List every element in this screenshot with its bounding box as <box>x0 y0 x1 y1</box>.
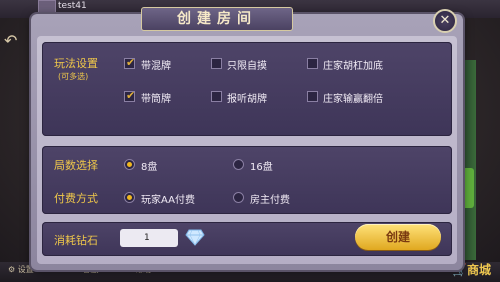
checkbox-rule-1[interactable] <box>211 58 222 69</box>
rules-sublabel: (可多选) <box>58 72 89 81</box>
radio-rounds-16[interactable] <box>233 159 244 170</box>
rules-label: 玩法设置 <box>54 57 98 70</box>
rule-option-1[interactable]: 只限自摸 <box>227 57 267 72</box>
gear-icon: ⚙ <box>8 265 16 274</box>
radio-rounds-8[interactable] <box>124 159 135 170</box>
settings-button[interactable]: ⚙ 设置 <box>8 264 34 275</box>
radio-payment-aa[interactable] <box>124 192 135 203</box>
back-arrow-icon[interactable]: ↶ <box>4 33 20 49</box>
checkbox-rule-5[interactable] <box>307 91 318 102</box>
cost-label: 消耗钻石 <box>54 234 98 247</box>
dialog-title: 创建房间 <box>177 11 257 27</box>
checkbox-rule-4[interactable] <box>211 91 222 102</box>
radio-payment-host[interactable] <box>233 192 244 203</box>
check-icon: ✔ <box>126 56 136 69</box>
payment-option-host[interactable]: 房主付费 <box>250 191 290 206</box>
create-button[interactable]: 创建 <box>355 224 441 250</box>
rounds-option-16[interactable]: 16盘 <box>250 158 273 173</box>
rule-option-3[interactable]: 带筒牌 <box>141 90 171 105</box>
rounds-option-8[interactable]: 8盘 <box>141 158 157 173</box>
checkbox-rule-0[interactable]: ✔ <box>124 56 136 69</box>
create-button-label: 创建 <box>385 230 410 244</box>
checkbox-rule-2[interactable] <box>307 58 318 69</box>
check-icon: ✔ <box>126 89 136 102</box>
rule-option-2[interactable]: 庄家胡杠加底 <box>323 57 383 72</box>
shop-label: 商城 <box>466 263 491 277</box>
rule-option-5[interactable]: 庄家输赢翻倍 <box>323 90 383 105</box>
payment-label: 付费方式 <box>54 192 98 205</box>
checkbox-rule-3[interactable]: ✔ <box>124 89 136 102</box>
diamond-cost-field: 1 <box>120 229 178 247</box>
dialog-title-plate: 创建房间 <box>141 7 293 31</box>
player-name: test41 <box>58 1 87 11</box>
rule-option-0[interactable]: 带混牌 <box>141 57 171 72</box>
rounds-label: 局数选择 <box>54 159 98 172</box>
diamond-icon <box>185 229 205 246</box>
close-button[interactable]: ✕ <box>433 9 457 33</box>
rounds-payment-section <box>42 146 452 214</box>
payment-option-aa[interactable]: 玩家AA付费 <box>141 191 195 206</box>
rule-option-4[interactable]: 报听胡牌 <box>227 90 267 105</box>
